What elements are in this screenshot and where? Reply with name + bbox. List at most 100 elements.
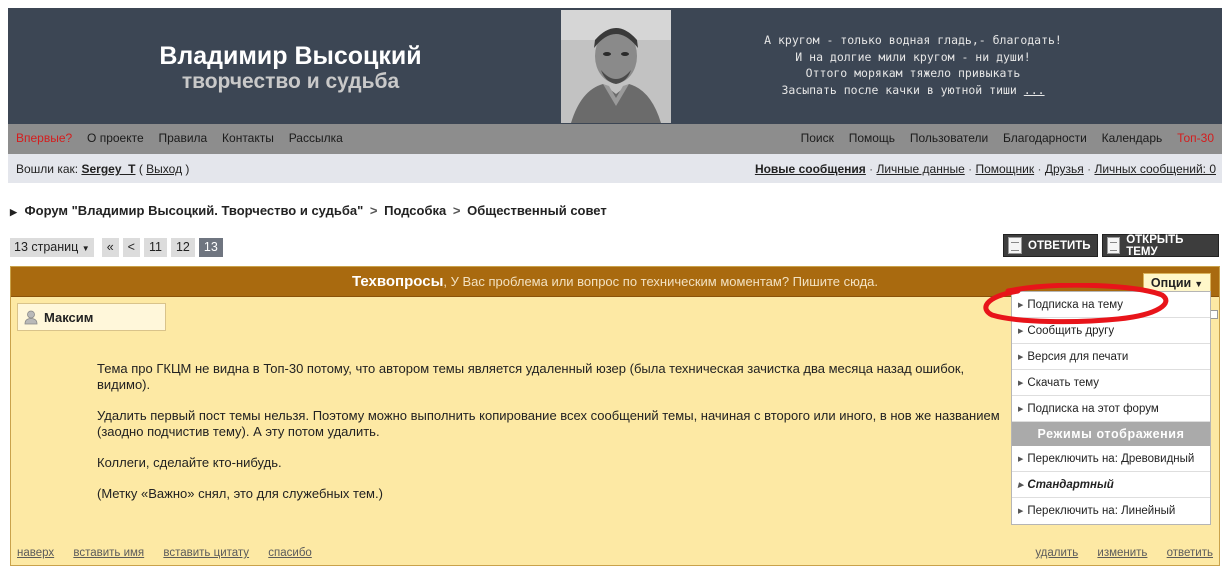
user-icon	[24, 310, 38, 325]
breadcrumb-section[interactable]: Подсобка	[384, 203, 446, 218]
nav-thanks[interactable]: Благодарности	[1003, 131, 1087, 145]
nav-rules[interactable]: Правила	[158, 131, 207, 145]
nav-left: Впервые? О проекте Правила Контакты Расс…	[16, 131, 354, 145]
nav-help[interactable]: Помощь	[849, 131, 895, 145]
post-paragraph: Коллеги, сделайте кто-нибудь.	[97, 455, 282, 470]
page-count-dropdown[interactable]: 13 страниц ▼	[10, 238, 94, 257]
post-paragraph: Удалить первый пост темы нельзя. Поэтому…	[97, 408, 1000, 439]
post-links-right: удалить изменить ответить	[1019, 547, 1213, 559]
breadcrumb-forum[interactable]: Форум "Владимир Высоцкий. Творчество и с…	[25, 203, 364, 218]
arrow-right-icon: ▶	[1018, 354, 1024, 361]
post-paragraph: Тема про ГКЦМ не видна в Топ-30 потому, …	[97, 361, 965, 392]
chevron-down-icon: ▼	[81, 244, 90, 253]
menu-item-label: Версия для печати	[1027, 351, 1129, 363]
menu-print-version[interactable]: ▶ Версия для печати	[1012, 344, 1210, 370]
user-bar: Вошли как: Sergey_T ( Выход ) Новые сооб…	[8, 154, 1222, 183]
nav-search[interactable]: Поиск	[801, 131, 834, 145]
menu-item-label: Подписка на тему	[1027, 299, 1124, 311]
new-topic-label: ОТКРЫТЬ ТЕМУ	[1126, 233, 1184, 258]
menu-item-label: Переключить на: Линейный	[1027, 505, 1176, 517]
nav-right: Поиск Помощь Пользователи Благодарности …	[790, 131, 1214, 145]
page-link-12[interactable]: 12	[170, 238, 195, 257]
post-paragraph: (Метку «Важно» снял, это для служебных т…	[97, 486, 383, 501]
poem-line: Засыпать после качки в уютной тиши	[781, 82, 1017, 97]
new-topic-button[interactable]: ОТКРЫТЬ ТЕМУ	[1102, 233, 1219, 258]
site-header: Владимир Высоцкий творчество и судьба А …	[8, 8, 1222, 124]
portrait-photo-icon	[561, 10, 671, 123]
page-first-button[interactable]: «	[101, 238, 119, 257]
menu-item-label: Стандартный	[1027, 479, 1114, 491]
menu-mode-standard: ▶ Стандартный	[1012, 472, 1210, 498]
menu-mode-linear[interactable]: ▶ Переключить на: Линейный	[1012, 498, 1210, 524]
friends-link[interactable]: Друзья	[1045, 162, 1084, 176]
poem-line-last: Засыпать после качки в уютной тиши ...	[698, 82, 1128, 99]
top-navigation: Впервые? О проекте Правила Контакты Расс…	[8, 124, 1222, 154]
reply-doc-icon	[1008, 237, 1022, 254]
to-top-link[interactable]: наверх	[17, 547, 54, 559]
nav-first-time[interactable]: Впервые?	[16, 131, 72, 145]
insert-name-link[interactable]: вставить имя	[73, 547, 144, 559]
logout-link[interactable]: Выход	[146, 162, 182, 176]
nav-calendar[interactable]: Календарь	[1102, 131, 1163, 145]
breadcrumb: ▶ Форум "Владимир Высоцкий. Творчество и…	[10, 203, 607, 218]
page-current: 13	[198, 238, 223, 257]
nav-mailing[interactable]: Рассылка	[289, 131, 343, 145]
arrow-right-icon: ▶	[1018, 302, 1024, 309]
menu-item-label: Переключить на: Древовидный	[1027, 453, 1195, 465]
assistant-link[interactable]: Помощник	[975, 162, 1034, 176]
reply-link[interactable]: ответить	[1167, 547, 1213, 559]
nav-users[interactable]: Пользователи	[910, 131, 988, 145]
nav-about[interactable]: О проекте	[87, 131, 144, 145]
post-body: Тема про ГКЦМ не видна в Топ-30 потому, …	[97, 361, 1017, 517]
arrow-right-icon: ▶	[1018, 380, 1024, 387]
login-info: Вошли как: Sergey_T ( Выход )	[16, 162, 190, 176]
page-prev-button[interactable]: <	[122, 238, 140, 257]
menu-download-topic[interactable]: ▶ Скачать тему	[1012, 370, 1210, 396]
chevron-down-icon: ▼	[1194, 279, 1204, 289]
breadcrumb-arrow-icon: ▶	[10, 207, 17, 217]
menu-item-label: Подписка на этот форум	[1027, 403, 1159, 415]
private-messages-link[interactable]: Личных сообщений: 0	[1094, 162, 1216, 176]
menu-item-label: Сообщить другу	[1027, 325, 1115, 337]
nav-contacts[interactable]: Контакты	[222, 131, 274, 145]
page-link-11[interactable]: 11	[143, 238, 167, 257]
breadcrumb-subsection[interactable]: Общественный совет	[467, 203, 607, 218]
pagination: 13 страниц ▼ « < 11 12 13	[10, 238, 223, 257]
options-button[interactable]: Опции ▼	[1143, 273, 1211, 293]
thanks-link[interactable]: спасибо	[268, 547, 312, 559]
poem-quote: А кругом - только водная гладь,- благода…	[698, 32, 1128, 98]
menu-item-label: Скачать тему	[1027, 377, 1100, 389]
reply-label: ОТВЕТИТЬ	[1028, 239, 1091, 252]
new-messages-label: Новые сообщения	[754, 162, 866, 176]
personal-data-link[interactable]: Личные данные	[876, 162, 964, 176]
topic-title: Техвопросы	[351, 273, 444, 290]
new-messages-link[interactable]: Новые сообщения	[755, 162, 866, 176]
breadcrumb-separator-icon: >	[369, 203, 378, 218]
reply-button[interactable]: ОТВЕТИТЬ	[1003, 234, 1098, 257]
username-link[interactable]: Sergey_T	[81, 162, 135, 176]
insert-quote-link[interactable]: вставить цитату	[163, 547, 249, 559]
post-links-left: наверх вставить имя вставить цитату спас…	[17, 547, 328, 559]
arrow-right-icon: ▶	[1018, 328, 1024, 335]
arrow-right-icon: ▶	[1018, 482, 1024, 489]
menu-section-display-modes: Режимы отображения	[1012, 422, 1210, 446]
delete-link[interactable]: удалить	[1035, 547, 1078, 559]
menu-subscribe-forum[interactable]: ▶ Подписка на этот форум	[1012, 396, 1210, 422]
options-dropdown: ▶ Подписка на тему ▶ Сообщить другу ▶ Верси…	[1011, 291, 1211, 525]
arrow-right-icon: ▶	[1018, 508, 1024, 515]
breadcrumb-separator-icon: >	[452, 203, 461, 218]
poem-more-link[interactable]: ...	[1024, 83, 1045, 97]
menu-mode-threaded[interactable]: ▶ Переключить на: Древовидный	[1012, 446, 1210, 472]
logged-in-label: Вошли как:	[16, 162, 79, 176]
topic-description: , У Вас проблема или вопрос по техническ…	[443, 274, 879, 289]
nav-top30[interactable]: Топ-30	[1177, 131, 1214, 145]
menu-subscribe-topic[interactable]: ▶ Подписка на тему	[1012, 292, 1210, 318]
author-name: Максим	[44, 309, 94, 325]
username: Sergey_T	[81, 162, 136, 176]
menu-tell-friend[interactable]: ▶ Сообщить другу	[1012, 318, 1210, 344]
edit-link[interactable]: изменить	[1097, 547, 1147, 559]
post-author[interactable]: Максим	[17, 303, 166, 331]
portrait-image	[561, 10, 671, 123]
arrow-right-icon: ▶	[1018, 406, 1024, 413]
poem-line: И на долгие мили кругом - ни души!	[795, 49, 1031, 64]
